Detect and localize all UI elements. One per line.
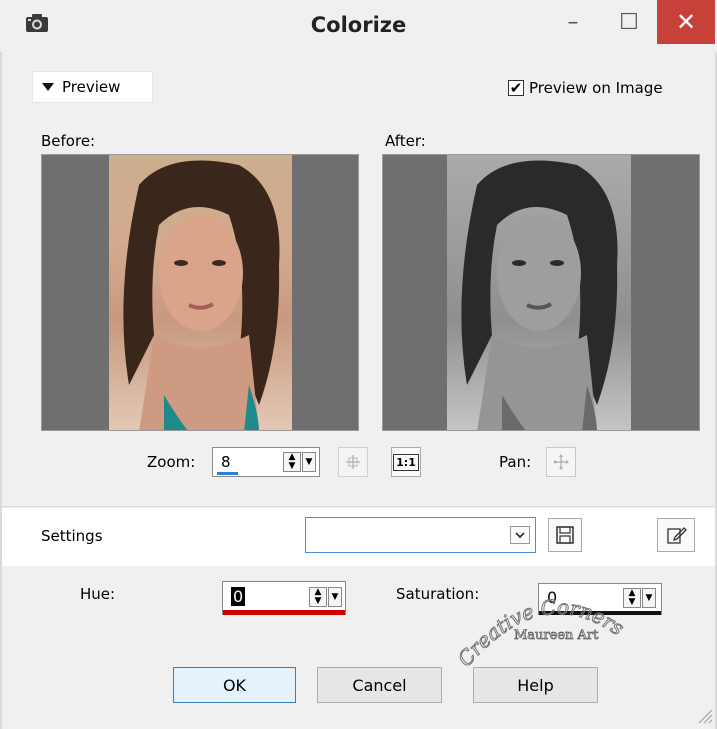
preview-toggle[interactable]: Preview [32, 71, 153, 103]
before-image [109, 155, 292, 430]
actual-size-icon: 1:1 [393, 453, 419, 471]
help-label: Help [517, 675, 554, 695]
hue-label: Hue: [80, 585, 116, 603]
save-preset-button[interactable] [548, 518, 582, 552]
zoom-to-fit-button[interactable] [338, 447, 368, 477]
cancel-label: Cancel [352, 675, 407, 695]
close-button[interactable]: ✕ [657, 0, 715, 44]
minimize-icon: – [567, 9, 579, 35]
hue-field[interactable]: 0 ▲ ▼ ▼ [222, 581, 346, 615]
after-image [447, 155, 631, 430]
maximize-button[interactable]: ☐ [601, 0, 657, 44]
ok-label: OK [222, 675, 247, 695]
zoom-field[interactable]: 8 ▲ ▼ ▼ [212, 447, 320, 477]
chevron-down-icon[interactable] [510, 526, 530, 544]
after-label: After: [385, 132, 426, 150]
help-button[interactable]: Help [473, 667, 598, 703]
pan-arrows-icon [553, 454, 569, 470]
zoom-dropdown-arrow[interactable]: ▼ [302, 452, 316, 472]
hue-value: 0 [231, 587, 246, 606]
hue-spinner[interactable]: ▲ ▼ [309, 587, 327, 607]
settings-divider [2, 506, 715, 507]
zoom-spinner[interactable]: ▲ ▼ [283, 452, 301, 472]
preview-on-image-option[interactable]: ✔ Preview on Image [508, 79, 663, 97]
caret-down-icon [42, 83, 54, 91]
before-preview-pane[interactable] [41, 154, 359, 431]
hue-slider-bar[interactable] [223, 610, 345, 615]
pan-button[interactable] [546, 447, 576, 477]
zoom-level-bar [217, 472, 238, 475]
settings-preset-select[interactable] [305, 517, 536, 553]
preview-on-image-label: Preview on Image [529, 79, 663, 97]
minimize-button[interactable]: – [545, 0, 601, 44]
actual-size-button[interactable]: 1:1 [391, 447, 421, 477]
move-arrows-icon [346, 455, 360, 469]
ok-button[interactable]: OK [173, 667, 296, 703]
hue-dropdown-arrow[interactable]: ▼ [328, 587, 342, 607]
pan-label: Pan: [499, 453, 532, 471]
preview-toggle-label: Preview [62, 78, 121, 96]
preview-on-image-checkbox[interactable]: ✔ [508, 80, 524, 96]
watermark-subtext: Maureen Art [514, 628, 599, 644]
preset-options-button[interactable] [657, 518, 695, 552]
floppy-disk-icon [556, 526, 574, 544]
watermark: Creative Corners Maureen Art [452, 580, 662, 675]
edit-preset-icon [667, 527, 687, 544]
close-icon: ✕ [675, 8, 697, 36]
maximize-icon: ☐ [619, 9, 639, 35]
zoom-label: Zoom: [147, 453, 196, 471]
before-label: Before: [41, 132, 96, 150]
resize-grip[interactable] [695, 706, 713, 724]
cancel-button[interactable]: Cancel [317, 667, 442, 703]
settings-label: Settings [41, 527, 103, 545]
after-preview-pane[interactable] [382, 154, 700, 431]
zoom-value: 8 [221, 453, 231, 471]
